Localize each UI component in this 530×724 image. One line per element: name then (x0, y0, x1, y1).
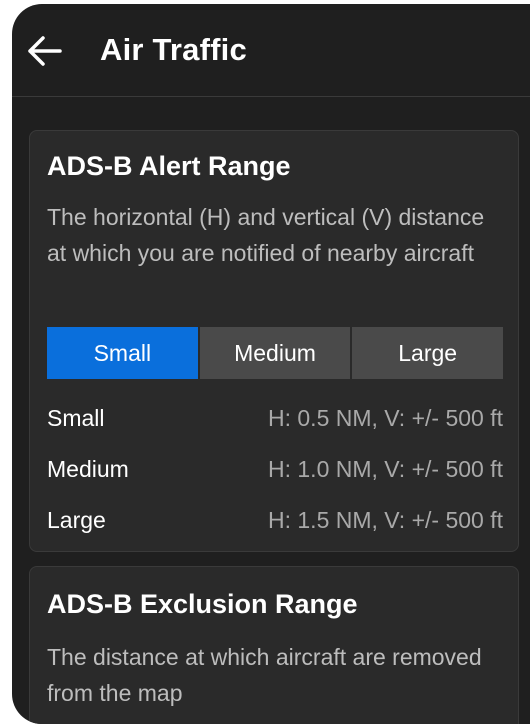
range-row-value: H: 0.5 NM, V: +/- 500 ft (268, 405, 503, 431)
range-row-value: H: 1.5 NM, V: +/- 500 ft (268, 507, 503, 533)
arrow-left-icon (28, 36, 62, 66)
alert-range-selector: Small Medium Large (47, 327, 504, 379)
range-row-label: Large (47, 507, 106, 533)
page-title: Air Traffic (100, 32, 247, 67)
app-screen: Air Traffic ADS-B Alert Range The horizo… (12, 4, 530, 724)
alert-range-title: ADS-B Alert Range (47, 151, 291, 181)
range-row: Medium H: 1.0 NM, V: +/- 500 ft (47, 444, 503, 495)
option-medium-button[interactable]: Medium (197, 327, 351, 379)
header: Air Traffic (12, 4, 530, 97)
range-row-label: Small (47, 405, 105, 431)
alert-range-card: ADS-B Alert Range The horizontal (H) and… (29, 130, 519, 552)
alert-range-description: The horizontal (H) and vertical (V) dist… (47, 204, 485, 266)
option-large-button[interactable]: Large (350, 327, 504, 379)
range-row: Large H: 1.5 NM, V: +/- 500 ft (47, 495, 503, 546)
range-row-label: Medium (47, 456, 129, 482)
range-row: Small H: 0.5 NM, V: +/- 500 ft (47, 393, 503, 444)
exclusion-range-description: The distance at which aircraft are remov… (47, 644, 482, 706)
option-small-button[interactable]: Small (47, 327, 198, 379)
range-row-value: H: 1.0 NM, V: +/- 500 ft (268, 456, 503, 482)
exclusion-range-card: ADS-B Exclusion Range The distance at wh… (29, 566, 519, 724)
exclusion-range-title: ADS-B Exclusion Range (47, 589, 358, 619)
range-table: Small H: 0.5 NM, V: +/- 500 ft Medium H:… (47, 393, 503, 546)
back-button[interactable] (26, 34, 64, 68)
